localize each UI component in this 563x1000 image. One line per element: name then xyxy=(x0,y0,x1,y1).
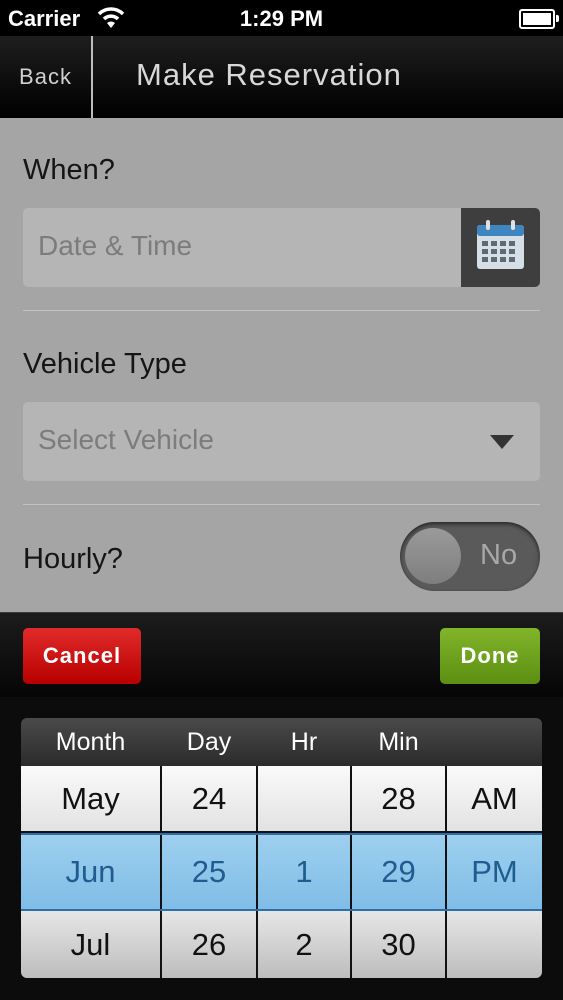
picker-header-hour: Hr xyxy=(290,727,318,756)
picker-header: Month Day Hr Min xyxy=(21,718,542,766)
calendar-icon xyxy=(477,220,524,269)
picker-day-option[interactable]: 26 xyxy=(162,911,256,978)
picker-header-month: Month xyxy=(55,727,126,756)
picker-minute-option[interactable]: 29 xyxy=(352,833,445,911)
picker-month-option[interactable]: Jul xyxy=(21,911,160,978)
picker-ampm-option[interactable] xyxy=(447,911,542,978)
divider xyxy=(23,504,540,505)
done-button[interactable]: Done xyxy=(440,628,540,684)
hourly-toggle[interactable]: No xyxy=(400,522,540,591)
picker-day-option[interactable]: 25 xyxy=(162,833,256,911)
picker-header-minute: Min xyxy=(378,727,419,756)
toggle-knob xyxy=(405,528,461,584)
back-button[interactable]: Back xyxy=(0,36,91,118)
picker-header-ampm xyxy=(447,718,542,766)
picker-ampm-option[interactable]: AM xyxy=(447,766,542,831)
hourly-label: Hourly? xyxy=(23,543,123,575)
calendar-button[interactable] xyxy=(461,208,540,287)
date-time-placeholder: Date & Time xyxy=(38,230,193,261)
picker-month-option[interactable]: Jun xyxy=(21,833,160,911)
picker-hour-option[interactable] xyxy=(258,766,350,831)
vehicle-placeholder: Select Vehicle xyxy=(38,424,214,455)
navigation-bar: Back Make Reservation xyxy=(0,36,563,118)
picker-minute-option[interactable]: 28 xyxy=(352,766,445,831)
picker-toolbar: Cancel Done xyxy=(0,612,563,698)
chevron-down-icon xyxy=(490,435,514,449)
when-label: When? xyxy=(23,154,115,186)
status-bar: Carrier 1:29 PM xyxy=(0,0,563,36)
page-title: Make Reservation xyxy=(136,57,402,92)
status-time: 1:29 PM xyxy=(239,6,324,31)
date-time-picker[interactable]: Month Day Hr Min May 24 28 AM Jun 25 1 29 PM Jul 26 2 3… xyxy=(21,718,542,978)
cancel-button[interactable]: Cancel xyxy=(23,628,141,684)
picker-ampm-option[interactable]: PM xyxy=(447,833,542,911)
picker-header-day: Day xyxy=(186,727,232,756)
nav-divider xyxy=(91,36,93,118)
picker-month-option[interactable]: May xyxy=(21,766,160,831)
picker-day-option[interactable]: 24 xyxy=(162,766,256,831)
date-time-field[interactable]: Date & Time xyxy=(23,208,540,287)
vehicle-type-label: Vehicle Type xyxy=(23,348,187,380)
picker-hour-option[interactable]: 1 xyxy=(258,833,350,911)
toggle-state-text: No xyxy=(480,539,518,571)
battery-icon xyxy=(519,9,559,29)
picker-hour-option[interactable]: 2 xyxy=(258,911,350,978)
divider xyxy=(23,310,540,311)
picker-minute-option[interactable]: 30 xyxy=(352,911,445,978)
reservation-form: When? Date & Time Vehicle Type Select Ve… xyxy=(0,118,563,612)
vehicle-select[interactable]: Select Vehicle xyxy=(23,402,540,481)
